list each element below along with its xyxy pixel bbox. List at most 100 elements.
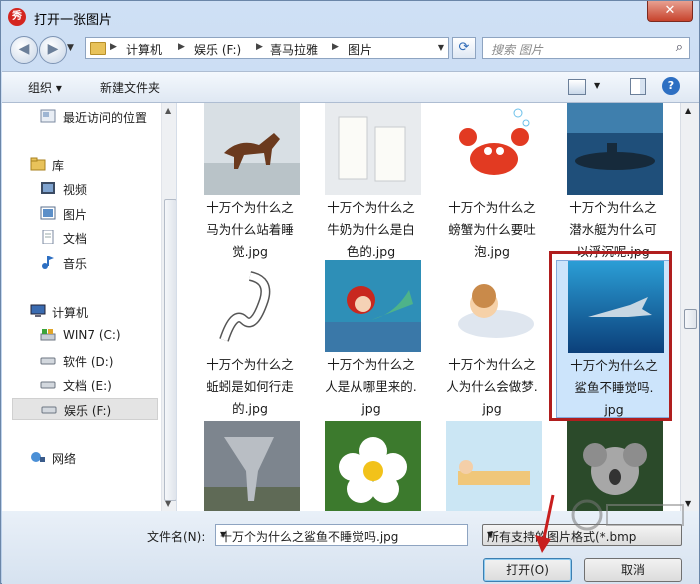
file-list-scrollbar[interactable]: ▲ ▼ (680, 103, 699, 511)
file-name: 十万个为什么之 人为什么会做梦. jpg (446, 357, 538, 416)
open-button[interactable]: 打开(O) (483, 558, 572, 582)
new-folder-button[interactable]: 新建文件夹 (100, 79, 160, 96)
breadcrumb-drive-f[interactable]: 娱乐 (F:) (194, 41, 241, 58)
sidebar-item-label: 文档 (E:) (63, 379, 112, 393)
breadcrumb-computer[interactable]: 计算机 (126, 41, 162, 58)
dialog-title: 打开一张图片 (34, 13, 113, 28)
file-name: 十万个为什么之 人是从哪里来的. jpg (325, 357, 417, 416)
address-bar[interactable]: ▶ 计算机 ▶ 娱乐 (F:) ▶ 喜马拉雅 ▶ 图片 ▼ (85, 37, 449, 59)
breadcrumb-himalaya[interactable]: 喜马拉雅 (270, 41, 318, 58)
sidebar-item-videos[interactable]: 视频 (12, 178, 158, 200)
thumbnail-horse (204, 103, 300, 195)
sidebar-item-label: 软件 (D:) (63, 355, 114, 369)
drive-icon (41, 406, 57, 414)
forward-button[interactable]: ▶ (39, 36, 67, 64)
drive-icon (40, 381, 56, 389)
recent-places-icon (40, 109, 56, 123)
music-icon (42, 256, 54, 269)
file-tile[interactable] (193, 421, 307, 511)
thumbnail-mermaid (325, 260, 421, 352)
file-tile[interactable]: 十万个为什么之 马为什么站着睡 觉.jpg (193, 103, 307, 261)
sidebar-item-label: 视频 (63, 183, 88, 197)
file-tile[interactable]: 十万个为什么之 人为什么会做梦. jpg (435, 260, 549, 418)
sidebar-item-drive-e[interactable]: 文档 (E:) (12, 374, 158, 396)
scroll-down-icon[interactable]: ▼ (165, 499, 171, 508)
chevron-down-icon[interactable]: ▼ (220, 530, 462, 539)
organize-button[interactable]: 组织 ▾ (28, 79, 62, 96)
search-input[interactable]: 搜索 图片 (491, 41, 543, 58)
drive-icon (40, 357, 56, 365)
sidebar-item-label: 娱乐 (F:) (64, 404, 112, 418)
cancel-button[interactable]: 取消 (584, 558, 682, 582)
back-button[interactable]: ◀ (10, 36, 38, 64)
file-tile[interactable] (314, 421, 428, 511)
library-icon (30, 157, 46, 171)
title-bar: 秀 打开一张图片 ✕ (1, 1, 699, 35)
filename-field[interactable]: 十万个为什么之鲨鱼不睡觉吗.jpg ▼ (215, 524, 468, 546)
scroll-up-icon[interactable]: ▲ (685, 106, 691, 115)
sidebar-item-label: 网络 (52, 452, 77, 466)
breadcrumb-separator-icon[interactable]: ▶ (178, 42, 185, 52)
breadcrumb-separator-icon[interactable]: ▶ (332, 42, 339, 52)
scrollbar-thumb[interactable] (684, 309, 697, 329)
command-toolbar: 组织 ▾ 新建文件夹 ▼ ? (2, 71, 699, 103)
recent-pages-dropdown[interactable]: ▼ (67, 43, 74, 53)
scrollbar-thumb[interactable] (164, 199, 176, 501)
thumbnail-submarine (567, 103, 663, 195)
file-tile[interactable]: 十万个为什么之 蚯蚓是如何行走 的.jpg (193, 260, 307, 418)
sidebar-item-music[interactable]: 音乐 (12, 252, 158, 274)
thumbnail-milk (325, 103, 421, 195)
file-tile[interactable]: 十万个为什么之 潜水艇为什么可 以浮沉呢.jpg (556, 103, 670, 261)
thumbnail-flower (325, 421, 421, 511)
sidebar-item-drive-d[interactable]: 软件 (D:) (12, 350, 158, 372)
file-tile[interactable]: 十万个为什么之 人是从哪里来的. jpg (314, 260, 428, 418)
breadcrumb-separator-icon[interactable]: ▶ (110, 42, 117, 52)
thumbnail-crab (446, 103, 542, 195)
sidebar-item-label: 库 (52, 159, 65, 173)
sidebar-item-label: 图片 (63, 208, 88, 222)
refresh-icon: ⟳ (458, 40, 470, 55)
file-tile[interactable]: 十万个为什么之 螃蟹为什么要吐 泡.jpg (435, 103, 549, 261)
sidebar-item-drive-f[interactable]: 娱乐 (F:) (12, 398, 158, 420)
filename-label: 文件名(N): (147, 530, 206, 544)
sidebar-item-label: WIN7 (C:) (63, 328, 121, 342)
file-name: 十万个为什么之 螃蟹为什么要吐 泡.jpg (448, 200, 536, 259)
search-box[interactable]: 搜索 图片 ⌕ (482, 37, 690, 59)
sidebar-item-label: 音乐 (63, 257, 88, 271)
forward-arrow-icon: ▶ (47, 41, 59, 57)
breadcrumb-pictures[interactable]: 图片 (348, 41, 372, 58)
close-button[interactable]: ✕ (647, 1, 693, 22)
view-options-dropdown-icon[interactable]: ▼ (594, 81, 600, 90)
sidebar-item-recent-places[interactable]: 最近访问的位置 (12, 106, 158, 128)
scroll-up-icon[interactable]: ▲ (165, 106, 171, 115)
preview-pane-icon[interactable] (630, 78, 646, 95)
address-dropdown-icon[interactable]: ▼ (438, 43, 444, 52)
help-icon[interactable]: ? (662, 77, 680, 95)
navigation-scrollbar[interactable]: ▲ ▼ (161, 103, 176, 511)
sidebar-item-label: 最近访问的位置 (63, 111, 148, 125)
sidebar-item-network[interactable]: 网络 (30, 447, 176, 469)
thumbnail-worm (204, 260, 300, 352)
sidebar-item-documents[interactable]: 文档 (12, 227, 158, 249)
app-logo-icon: 秀 (8, 8, 26, 26)
document-icon (42, 230, 54, 244)
open-image-dialog: 秀 打开一张图片 ✕ ◀ ▶ ▼ ▶ 计算机 ▶ 娱乐 (F:) ▶ 喜马拉雅 … (0, 0, 700, 584)
pictures-icon (40, 206, 56, 220)
refresh-button[interactable]: ⟳ (452, 37, 476, 59)
red-arrow-annotation-icon (535, 494, 555, 553)
file-name: 十万个为什么之 马为什么站着睡 觉.jpg (206, 200, 294, 259)
sidebar-item-libraries[interactable]: 库 (30, 154, 176, 176)
sidebar-item-drive-c[interactable]: WIN7 (C:) (12, 325, 158, 347)
video-icon (41, 182, 55, 194)
sidebar-item-pictures[interactable]: 图片 (12, 203, 158, 225)
sidebar-item-computer[interactable]: 计算机 (30, 301, 176, 323)
sidebar-item-label: 计算机 (52, 306, 89, 320)
file-tile[interactable]: 十万个为什么之 牛奶为什么是白 色的.jpg (314, 103, 428, 261)
folder-icon (90, 42, 106, 55)
file-name: 十万个为什么之 牛奶为什么是白 色的.jpg (327, 200, 415, 259)
navigation-pane: 最近访问的位置 库 视频 图片 文档 音乐 计算机 WIN7 (C:) 软件 (… (2, 103, 177, 511)
change-view-icon[interactable] (568, 79, 586, 95)
watermark-logo-icon (571, 499, 684, 531)
breadcrumb-separator-icon[interactable]: ▶ (256, 42, 263, 52)
file-name: 十万个为什么之 蚯蚓是如何行走 的.jpg (206, 357, 294, 416)
